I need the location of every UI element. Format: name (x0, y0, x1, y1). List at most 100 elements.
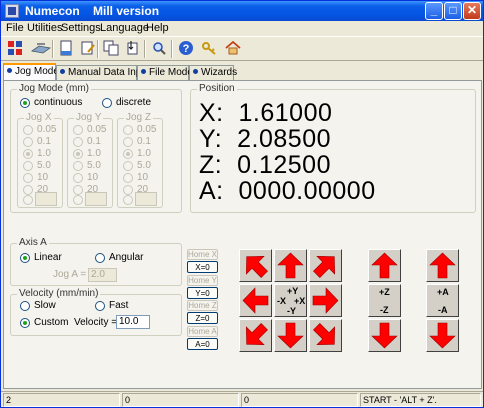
fast-radio[interactable] (95, 301, 105, 311)
jog-increment-radio[interactable] (23, 149, 33, 159)
jog-increment-radio[interactable] (123, 137, 133, 147)
jog-y-plus-button[interactable] (274, 249, 307, 282)
jog-x-minus-button[interactable] (239, 284, 272, 317)
y-zero-button[interactable]: Y=0 (187, 287, 218, 299)
x-zero-button[interactable]: X=0 (187, 261, 218, 273)
status-bar: 2 0 0 START - 'ALT + Z'. (1, 391, 483, 407)
jog-increment-radio[interactable] (123, 185, 133, 195)
open-file-icon[interactable] (57, 40, 75, 58)
jog-custom-radio[interactable] (123, 195, 133, 205)
tool-change-icon[interactable] (124, 40, 142, 58)
tab-jog-mode[interactable]: Jog Mode (3, 63, 59, 80)
jog-z-minus-button[interactable] (368, 319, 401, 352)
jog-increment-radio[interactable] (73, 173, 83, 183)
jog-increment-label: 10 (87, 172, 99, 183)
jog-custom-radio[interactable] (73, 195, 83, 205)
a-axis-labels: +A -A (426, 284, 459, 317)
jog-down-left-button[interactable] (239, 319, 272, 352)
menu-file[interactable]: File (6, 22, 24, 34)
jog-increment-radio[interactable] (23, 173, 33, 183)
arrow-down-icon (277, 322, 304, 349)
svg-text:?: ? (183, 43, 190, 55)
jog-increment-radio[interactable] (23, 161, 33, 171)
continuous-radio[interactable] (20, 98, 30, 108)
position-z: Z: 0.12500 (199, 151, 331, 179)
edit-file-icon[interactable] (79, 40, 97, 58)
jog-increment-radio[interactable] (73, 137, 83, 147)
center-y-minus-label: -Y (287, 306, 296, 316)
jog-increment-radio[interactable] (73, 161, 83, 171)
position-group: Position X: 1.61000 Y: 2.08500 Z: 0.1250… (190, 83, 476, 213)
jog-mode-pane: Jog Mode (mm) continuous discrete Jog X … (3, 80, 482, 389)
jog-up-left-button[interactable] (239, 249, 272, 282)
arrow-down-right-icon (313, 323, 336, 346)
status-hint: START - 'ALT + Z'. (360, 393, 481, 407)
center-y-plus-label: +Y (287, 286, 299, 296)
status-column: 0 (122, 393, 239, 407)
tab-file-mode[interactable]: File Mode (137, 65, 193, 80)
axis-a-group: Axis A Linear Angular Jog A = 2.0 (10, 237, 182, 286)
custom-radio[interactable] (20, 318, 30, 328)
jog-a-minus-button[interactable] (426, 319, 459, 352)
home-a-button[interactable]: Home A (187, 326, 218, 337)
jog-down-right-button[interactable] (309, 319, 342, 352)
zoom-icon[interactable] (150, 40, 168, 58)
jog-custom-field[interactable] (35, 192, 57, 206)
copy-icon[interactable] (102, 40, 120, 58)
jog-increment-radio[interactable] (23, 137, 33, 147)
z-zero-button[interactable]: Z=0 (187, 312, 218, 324)
key-icon[interactable] (200, 40, 218, 58)
jog-a-field[interactable]: 2.0 (88, 268, 117, 282)
menu-language[interactable]: Language (100, 22, 149, 34)
tab-label: Jog Mode (15, 66, 59, 77)
jog-a-plus-button[interactable] (426, 249, 459, 282)
jog-increment-radio[interactable] (73, 149, 83, 159)
mill-icon[interactable] (30, 40, 52, 58)
angular-label: Angular (109, 252, 144, 263)
home-icon[interactable] (224, 40, 242, 58)
arrow-up-left-icon (245, 255, 268, 278)
jog-custom-radio[interactable] (23, 195, 33, 205)
tab-manual-data-input[interactable]: Manual Data Input (56, 65, 150, 80)
minimize-button[interactable]: _ (425, 2, 443, 20)
velocity-field[interactable]: 10.0 (116, 315, 150, 329)
arrow-down-left-icon (245, 323, 268, 346)
continuous-label: continuous (34, 97, 83, 108)
home-z-button[interactable]: Home Z (187, 300, 218, 311)
jog-x-plus-button[interactable] (309, 284, 342, 317)
jog-increment-radio[interactable] (23, 125, 33, 135)
jog-z-plus-button[interactable] (368, 249, 401, 282)
jog-increment-radio[interactable] (123, 149, 133, 159)
menu-help[interactable]: Help (146, 22, 169, 34)
status-line: 2 (3, 393, 120, 407)
jog-increment-radio[interactable] (73, 185, 83, 195)
close-button[interactable]: ✕ (463, 2, 481, 20)
slow-radio[interactable] (20, 301, 30, 311)
help-icon[interactable]: ? (177, 40, 195, 58)
jog-custom-field[interactable] (85, 192, 107, 206)
jog-increment-radio[interactable] (73, 125, 83, 135)
menu-settings[interactable]: Settings (61, 22, 101, 34)
jog-a-label: Jog A = (53, 269, 87, 280)
jog-y-minus-button[interactable] (274, 319, 307, 352)
linear-radio[interactable] (20, 253, 30, 263)
maximize-button[interactable]: □ (444, 2, 462, 20)
menu-utilities[interactable]: Utilities (27, 22, 62, 34)
jog-custom-field[interactable] (135, 192, 157, 206)
grid-icon[interactable] (6, 40, 24, 58)
home-y-button[interactable]: Home Y (187, 275, 218, 286)
jog-increment-label: 0.1 (87, 136, 101, 147)
a-zero-button[interactable]: A=0 (187, 338, 218, 350)
jog-increment-radio[interactable] (123, 161, 133, 171)
tab-wizards[interactable]: Wizards (189, 65, 237, 80)
home-x-button[interactable]: Home X (187, 249, 218, 260)
jog-increment-radio[interactable] (123, 125, 133, 135)
jog-increment-radio[interactable] (123, 173, 133, 183)
jog-increment-radio[interactable] (23, 185, 33, 195)
jog-up-right-button[interactable] (309, 249, 342, 282)
angular-radio[interactable] (95, 253, 105, 263)
title-bar: Numecon Mill version _ □ ✕ (1, 1, 483, 21)
app-icon (5, 4, 19, 18)
discrete-radio[interactable] (102, 98, 112, 108)
arrow-up-right-icon (313, 255, 336, 278)
